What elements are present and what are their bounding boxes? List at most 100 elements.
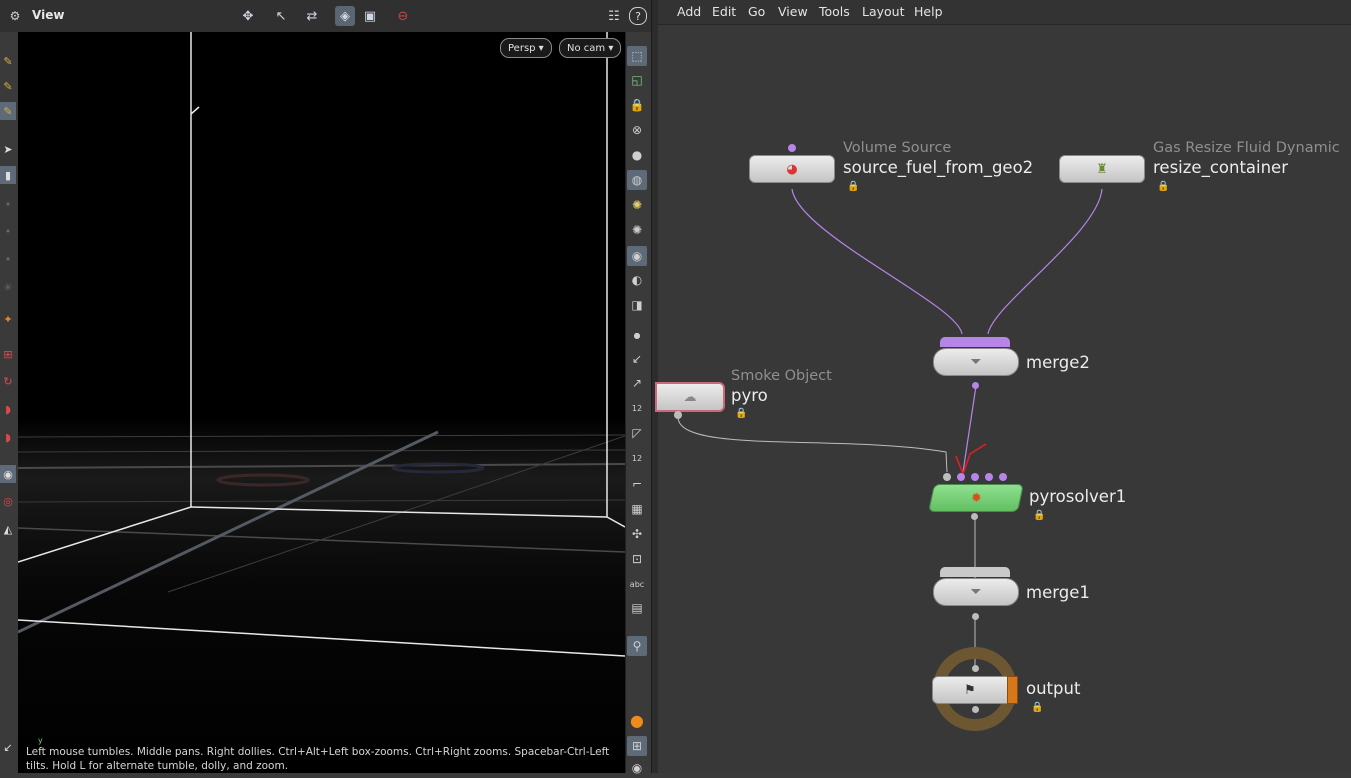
warning-icon[interactable]: ⬤ xyxy=(627,711,647,731)
brush-tool-icon[interactable]: ✎ xyxy=(0,102,16,120)
output-connector[interactable] xyxy=(971,513,978,520)
input-connector[interactable] xyxy=(943,473,951,481)
prim-number-icon[interactable]: 12 xyxy=(627,448,647,468)
transform-tool-icon[interactable]: ⇄ xyxy=(302,6,322,26)
display-options-toggle-icon[interactable]: ⬚ xyxy=(627,46,647,66)
orbit-tool-icon[interactable]: ↻ xyxy=(0,372,16,390)
input-connector[interactable] xyxy=(957,473,965,481)
output-connector[interactable] xyxy=(972,382,979,389)
node-name-label[interactable]: merge2 xyxy=(1026,353,1090,372)
profile-icon[interactable]: ⌐ xyxy=(627,474,647,494)
merge-input-bar[interactable] xyxy=(940,337,1010,347)
menu-tools[interactable]: Tools xyxy=(819,4,850,19)
layout-icon[interactable]: ☷ xyxy=(604,6,624,26)
point-number-icon[interactable]: 12 xyxy=(627,398,647,418)
select-tool-icon[interactable]: ↖ xyxy=(271,6,291,26)
merge2-node[interactable]: ⏷ xyxy=(933,348,1019,376)
menu-help[interactable]: Help xyxy=(914,4,943,19)
magnet-icon[interactable]: ◗ xyxy=(0,400,16,418)
camera-menu[interactable]: No cam ▾ xyxy=(559,38,622,58)
node-name-label[interactable]: output xyxy=(1026,679,1080,698)
smoke-object-node[interactable]: ☁ xyxy=(655,382,725,412)
lock-icon[interactable]: 🔒 xyxy=(1033,510,1045,521)
ghost-icon[interactable]: ◱ xyxy=(627,70,647,90)
menu-add[interactable]: Add xyxy=(677,4,701,19)
stop-icon[interactable]: ⊖ xyxy=(393,6,413,26)
output-connector[interactable] xyxy=(972,613,979,620)
pivot-tool-icon[interactable]: ✳ xyxy=(0,278,16,296)
volume-source-node[interactable]: ◕ xyxy=(749,155,835,183)
origin-display-icon[interactable]: ✣ xyxy=(627,524,647,544)
perspective-menu[interactable]: Persp ▾ xyxy=(500,38,552,58)
camera-icon[interactable]: ◭ xyxy=(0,520,16,538)
lock-icon[interactable]: 🔒 xyxy=(847,181,859,192)
lock-icon[interactable]: 🔒 xyxy=(1157,181,1169,192)
node-name-label[interactable]: pyro xyxy=(731,386,768,405)
input-connector[interactable] xyxy=(999,473,1007,481)
visibility-icon[interactable]: ◐ xyxy=(627,270,647,290)
eye-icon[interactable]: ◉ xyxy=(627,758,647,778)
flipbook-icon[interactable]: ◎ xyxy=(0,492,16,510)
light-icon[interactable]: ◍ xyxy=(627,170,647,190)
headlight-icon[interactable]: ✺ xyxy=(627,195,647,215)
help-icon[interactable]: ? xyxy=(629,7,647,25)
input-connector[interactable] xyxy=(971,473,979,481)
lock-icon[interactable]: 🔒 xyxy=(1031,702,1043,713)
handle-tool-icon[interactable]: ✎ xyxy=(0,52,16,70)
input-connector[interactable] xyxy=(972,665,979,672)
menu-layout[interactable]: Layout xyxy=(862,4,905,19)
rotate-tool-icon[interactable]: • xyxy=(0,222,16,240)
display-flag[interactable] xyxy=(1007,676,1018,704)
node-name-label[interactable]: merge1 xyxy=(1026,583,1090,602)
handle-icon[interactable]: ✦ xyxy=(0,310,16,328)
output-connector[interactable] xyxy=(972,706,979,713)
lock-view-icon[interactable]: 🔒 xyxy=(627,95,647,115)
node-name-label[interactable]: source_fuel_from_geo2 xyxy=(843,158,1033,177)
pane-menu-icon[interactable]: ⚙ xyxy=(2,8,28,24)
camera-display-icon[interactable]: ◨ xyxy=(627,295,647,315)
menu-go[interactable]: Go xyxy=(748,4,765,19)
group-display-icon[interactable]: ▦ xyxy=(627,499,647,519)
select-arrow-icon[interactable]: ➤ xyxy=(0,140,16,158)
input-connector[interactable] xyxy=(985,473,993,481)
move-tool-icon[interactable]: • xyxy=(0,195,16,213)
bbox-display-icon[interactable]: ⊡ xyxy=(627,549,647,569)
lighting-icon[interactable]: ✺ xyxy=(627,220,647,240)
merge-input-bar[interactable] xyxy=(940,567,1010,577)
node-name-label[interactable]: resize_container xyxy=(1153,158,1288,177)
clear-icon[interactable]: ⊗ xyxy=(627,120,647,140)
smooth-shaded-icon[interactable]: ◉ xyxy=(627,246,647,266)
pose-tool-icon[interactable]: ✎ xyxy=(0,77,16,95)
node-name-label[interactable]: pyrosolver1 xyxy=(1029,487,1126,506)
snap-icon[interactable]: ◗ xyxy=(0,428,16,446)
view-tool-icon[interactable]: ⊞ xyxy=(0,345,16,363)
scale-tool-icon[interactable]: • xyxy=(0,250,16,268)
uv-display-icon[interactable]: ◸ xyxy=(627,423,647,443)
output-node[interactable]: ⚑ xyxy=(932,676,1008,704)
shading-icon[interactable]: ● xyxy=(627,145,647,165)
snap-toggle-icon[interactable]: ◈ xyxy=(335,6,355,26)
quad-view-icon[interactable]: ⊞ xyxy=(627,736,647,756)
gas-resize-node[interactable]: ♜ xyxy=(1059,155,1145,183)
merge-funnel-icon: ⏷ xyxy=(970,354,982,370)
pin-icon[interactable]: ⚲ xyxy=(627,636,647,656)
point-display-icon[interactable]: ● xyxy=(627,325,647,345)
display-options-icon[interactable]: ▣ xyxy=(360,6,380,26)
tumble-tool-icon[interactable]: ✥ xyxy=(238,6,258,26)
render-region-icon[interactable]: ◉ xyxy=(0,465,16,483)
merge1-node[interactable]: ⏷ xyxy=(933,578,1019,606)
checkered-flag-icon: ⚑ xyxy=(964,682,976,698)
normal-display-icon[interactable]: ↙ xyxy=(627,349,647,369)
node-type-label: Smoke Object xyxy=(731,368,832,384)
background-icon[interactable]: ▤ xyxy=(627,598,647,618)
lock-icon[interactable]: 🔒 xyxy=(735,408,747,419)
output-connector[interactable] xyxy=(674,411,682,419)
lock-select-icon[interactable]: ▮ xyxy=(0,166,16,184)
menu-view[interactable]: View xyxy=(778,4,808,19)
text-display-icon[interactable]: abc xyxy=(627,574,647,594)
vector-display-icon[interactable]: ↗ xyxy=(627,373,647,393)
pyrosolver-node[interactable]: ✹ xyxy=(928,484,1024,512)
menu-edit[interactable]: Edit xyxy=(712,4,736,19)
3d-viewport[interactable] xyxy=(18,32,625,773)
input-connector[interactable] xyxy=(788,144,796,152)
